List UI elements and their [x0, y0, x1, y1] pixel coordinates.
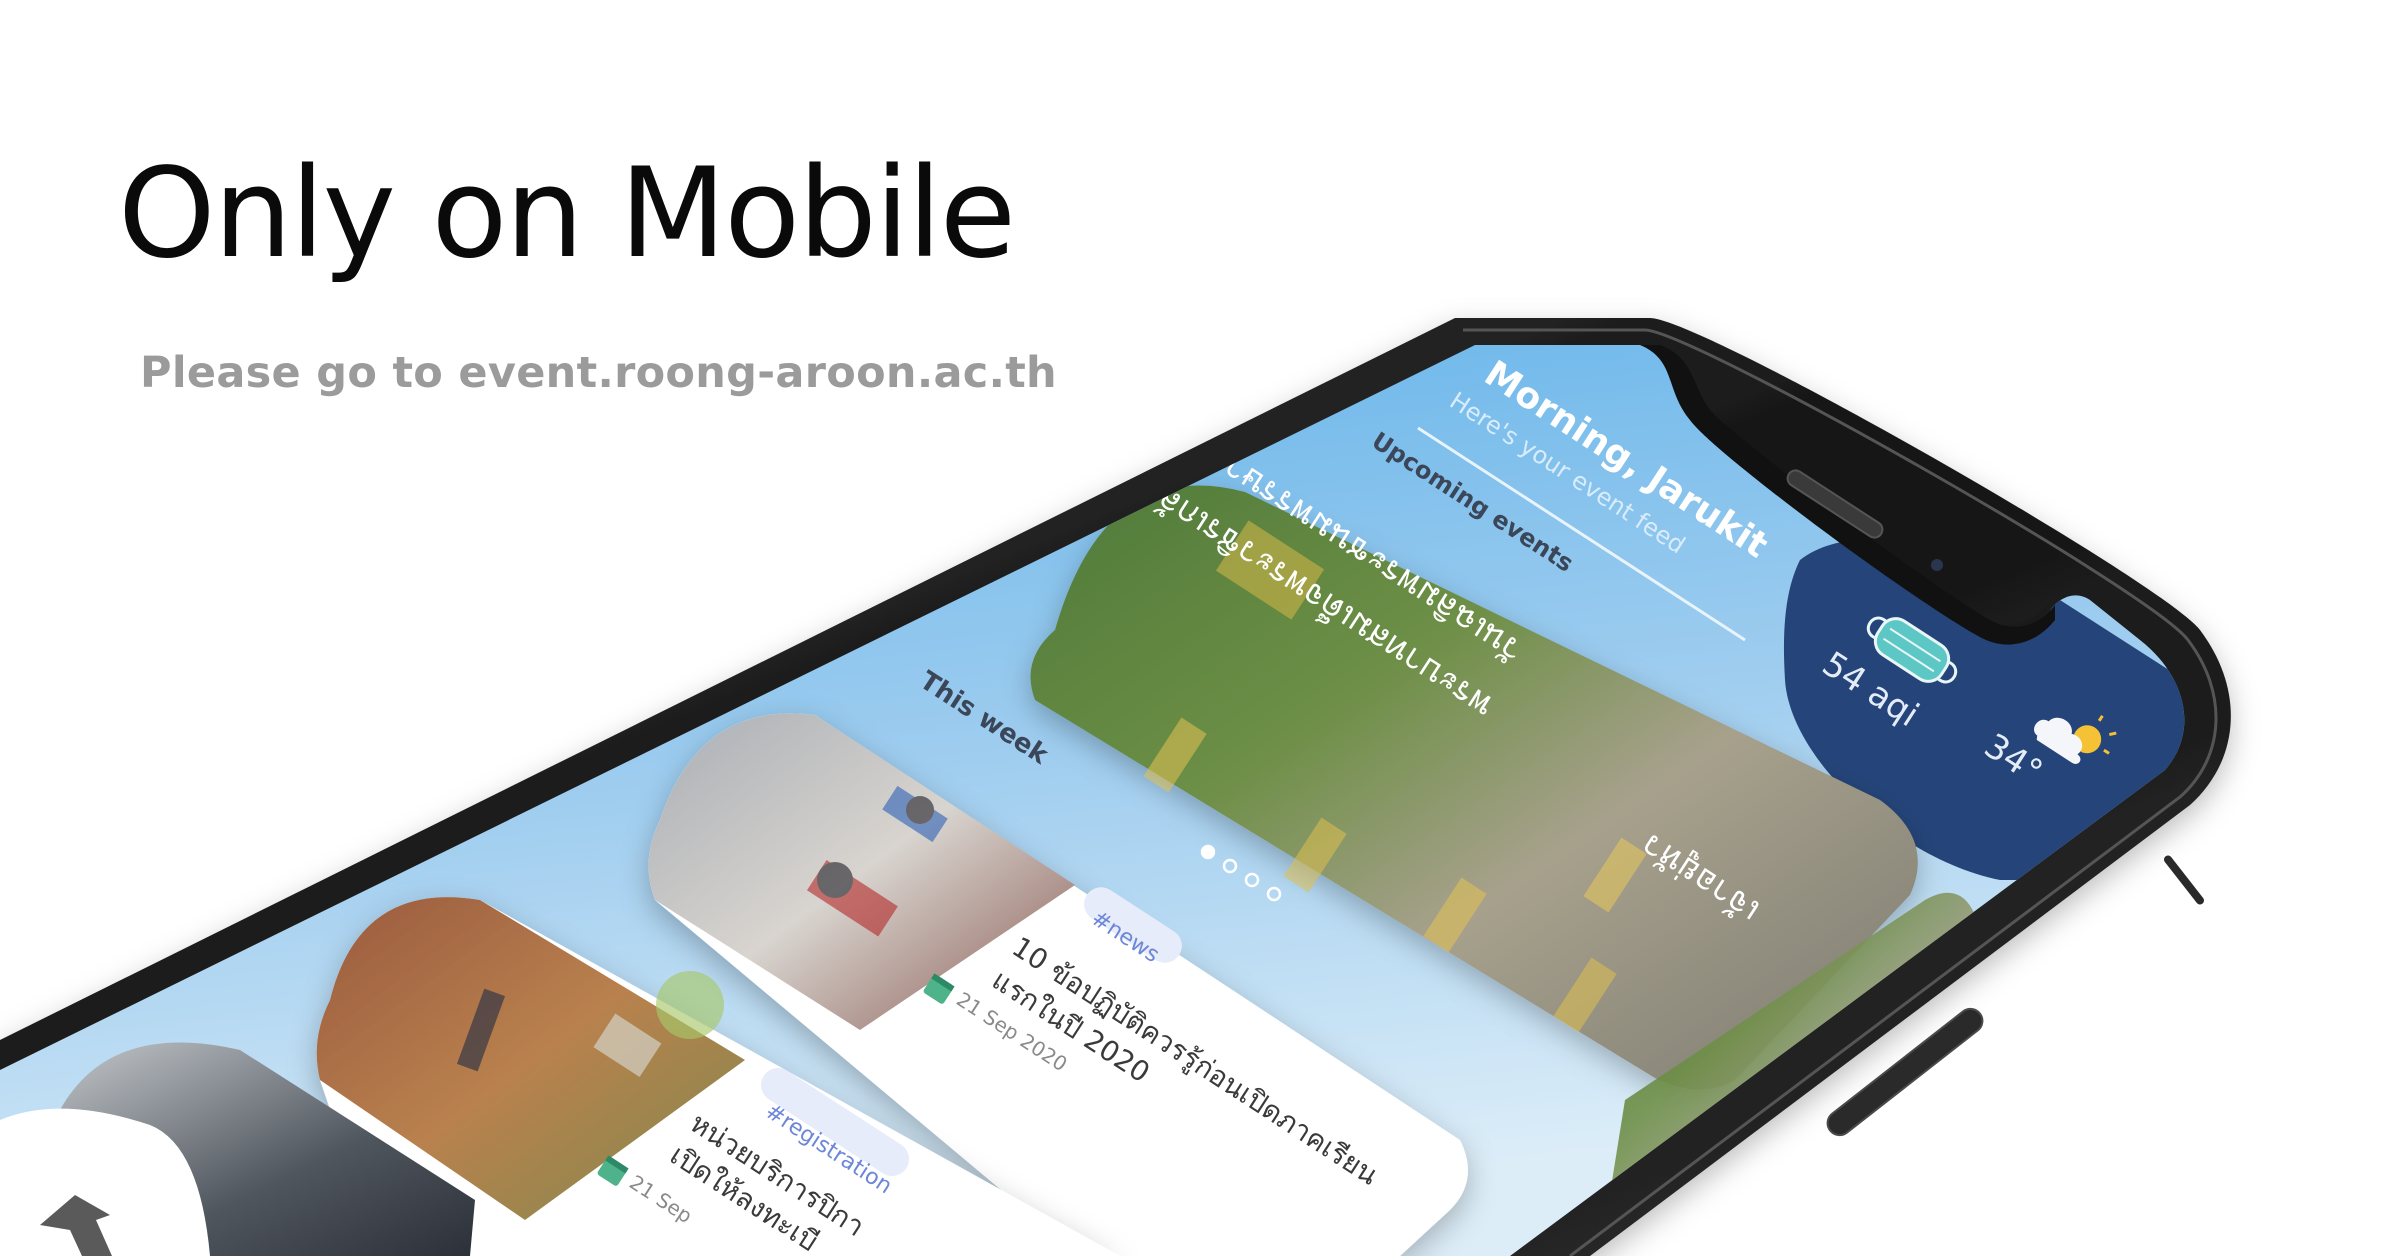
carousel-dot[interactable] — [1200, 844, 1216, 860]
front-camera — [1931, 559, 1943, 571]
phone-screen: 54 aqi 34° Morning, Jarukit Here's your … — [0, 345, 2185, 1256]
phone-mockup: 54 aqi 34° Morning, Jarukit Here's your … — [0, 318, 2231, 1256]
